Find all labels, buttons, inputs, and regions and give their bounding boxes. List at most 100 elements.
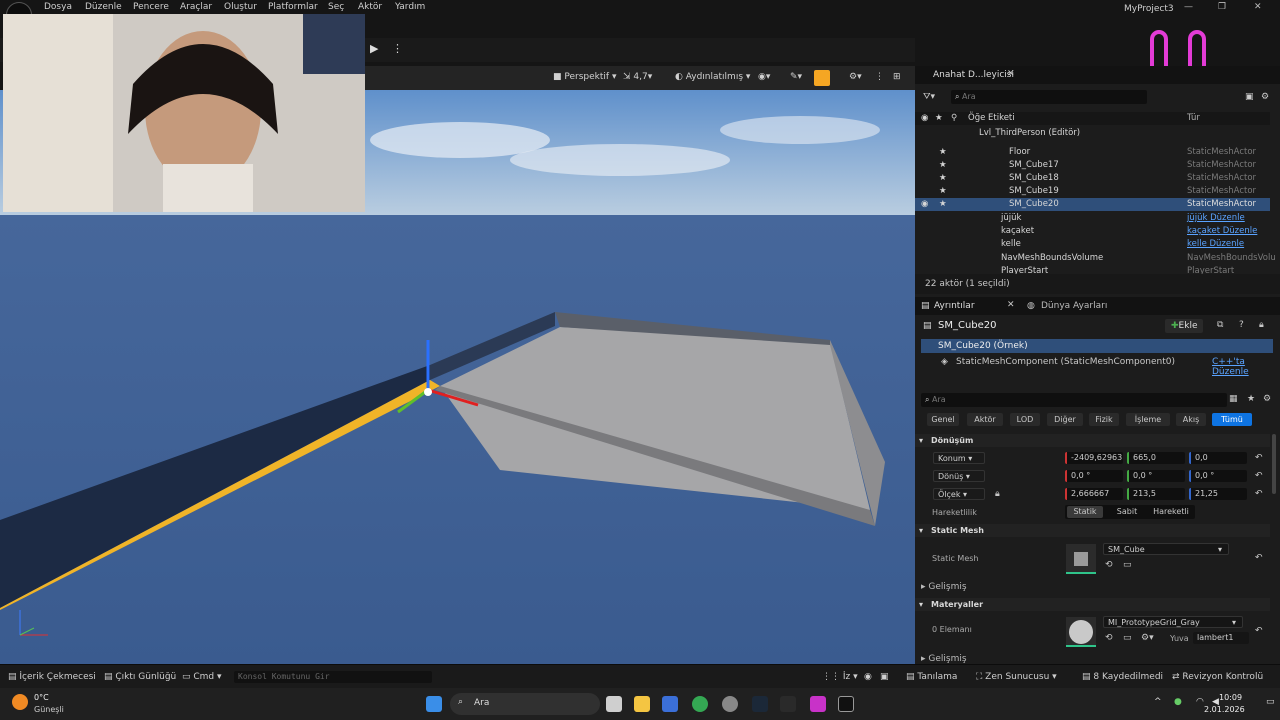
- menu-file[interactable]: Dosya: [44, 2, 72, 12]
- actor-name-field[interactable]: SM_Cube20: [938, 320, 997, 331]
- file-explorer-icon[interactable]: [634, 696, 650, 712]
- blueprint-icon[interactable]: ⧉: [1217, 320, 1223, 330]
- taskbar-search[interactable]: ⌕ Ara: [450, 693, 600, 715]
- scale-y-field[interactable]: 213,5: [1127, 488, 1185, 500]
- revision-control-button[interactable]: ⇄ Revizyon Kontrolü: [1172, 672, 1263, 682]
- menu-help[interactable]: Yardım: [395, 2, 425, 12]
- location-x-field[interactable]: -2409,62963: [1065, 452, 1123, 464]
- perspective-button[interactable]: ■ Perspektif ▾: [553, 72, 616, 82]
- menu-window[interactable]: Pencere: [133, 2, 169, 12]
- lock-icon[interactable]: 🔒︎: [1259, 320, 1264, 330]
- list-item[interactable]: ★ SM_Cube19 StaticMeshActor: [915, 185, 1270, 198]
- filter-rendering[interactable]: İşleme: [1126, 413, 1170, 426]
- reset-arrow-icon[interactable]: ↶: [1255, 626, 1263, 636]
- close-icon[interactable]: ✕: [1007, 300, 1015, 310]
- close-icon[interactable]: ✕: [1007, 69, 1015, 79]
- outliner-search-input[interactable]: ⌕ Ara: [951, 90, 1147, 104]
- show-eye-icon[interactable]: ◉▾: [758, 72, 770, 82]
- scale-x-field[interactable]: 2,666667: [1065, 488, 1123, 500]
- clock-time[interactable]: 10:09: [1219, 693, 1242, 702]
- weather-status[interactable]: Güneşli: [34, 705, 64, 714]
- console-input[interactable]: Konsol Komutunu Gir: [234, 671, 432, 683]
- lock-icon[interactable]: 🔒︎: [995, 489, 1000, 499]
- edit-in-cpp-link[interactable]: C++'ta Düzenle: [1212, 357, 1280, 377]
- rotation-z-field[interactable]: 0,0 °: [1189, 470, 1247, 482]
- reset-arrow-icon[interactable]: ↶: [1255, 489, 1263, 499]
- filter-all[interactable]: Tümü: [1212, 413, 1252, 426]
- transform-section-header[interactable]: ▾ Dönüşüm: [915, 434, 1270, 447]
- tab-world-settings[interactable]: Dünya Ayarları: [1041, 301, 1107, 311]
- list-item[interactable]: kaçaket kaçaket Düzenle: [915, 225, 1270, 238]
- details-search-input[interactable]: ⌕ Ara: [921, 393, 1227, 407]
- snap-toggle-icon[interactable]: [814, 70, 830, 86]
- filter-lod[interactable]: LOD: [1010, 413, 1040, 426]
- location-z-field[interactable]: 0,0: [1189, 452, 1247, 464]
- menu-select[interactable]: Seç: [328, 2, 344, 12]
- list-item[interactable]: ★ SM_Cube17 StaticMeshActor: [915, 159, 1270, 172]
- menu-actor[interactable]: Aktör: [358, 2, 382, 12]
- filter-general[interactable]: Genel: [927, 413, 959, 426]
- filter-physics[interactable]: Fizik: [1089, 413, 1119, 426]
- use-selected-arrow-icon[interactable]: ⟲: [1105, 560, 1113, 570]
- epic-games-icon[interactable]: [780, 696, 796, 712]
- location-y-field[interactable]: 665,0: [1127, 452, 1185, 464]
- mesh-thumbnail[interactable]: [1066, 544, 1096, 574]
- menu-edit[interactable]: Düzenle: [85, 2, 122, 12]
- star-icon[interactable]: ★: [1247, 394, 1255, 404]
- windows-start-icon[interactable]: [426, 696, 442, 712]
- static-mesh-section-header[interactable]: ▾ Static Mesh: [915, 524, 1270, 537]
- slot-field[interactable]: lambert1: [1193, 632, 1249, 644]
- wifi-icon[interactable]: ◠: [1196, 697, 1204, 707]
- mic-icon[interactable]: ●: [1174, 697, 1182, 707]
- column-label-header[interactable]: Öğe Etiketi: [968, 113, 1015, 123]
- table-view-icon[interactable]: ▦: [1229, 394, 1238, 404]
- use-selected-arrow-icon[interactable]: ⟲: [1105, 633, 1113, 643]
- static-mesh-dropdown[interactable]: SM_Cube ▾: [1103, 543, 1229, 555]
- settings-gear-icon[interactable]: ⚙: [1261, 92, 1269, 102]
- component-row[interactable]: StaticMeshComponent (StaticMeshComponent…: [956, 357, 1175, 367]
- content-drawer-button[interactable]: ▤ İçerik Çekmecesi: [8, 672, 96, 682]
- instance-row[interactable]: SM_Cube20 (Örnek): [921, 339, 1273, 353]
- lighting-button[interactable]: ◐ Aydınlatılmış ▾: [675, 72, 750, 82]
- location-mode-dropdown[interactable]: Konum ▾: [933, 452, 985, 464]
- rotation-y-field[interactable]: 0,0 °: [1127, 470, 1185, 482]
- layout-grid-icon[interactable]: ⊞: [893, 72, 901, 82]
- list-item[interactable]: ★ Floor StaticMeshActor: [915, 146, 1270, 159]
- menu-platforms[interactable]: Platformlar: [268, 2, 318, 12]
- temperature[interactable]: 0°C: [34, 693, 49, 702]
- chevron-up-icon[interactable]: ^: [1154, 697, 1162, 707]
- reset-arrow-icon[interactable]: ↶: [1255, 553, 1263, 563]
- scale-mode-dropdown[interactable]: Ölçek ▾: [933, 488, 985, 500]
- twitch-icon[interactable]: [810, 696, 826, 712]
- unreal-engine-icon[interactable]: [838, 696, 854, 712]
- clock-date[interactable]: 2.01.2026: [1204, 705, 1245, 714]
- filter-icon[interactable]: ⛛▾: [923, 92, 935, 102]
- zen-server-button[interactable]: ⛶ Zen Sunucusu ▾: [976, 672, 1057, 682]
- tab-outliner[interactable]: Anahat D...leyicisi: [933, 70, 1014, 80]
- chrome-icon[interactable]: [692, 696, 708, 712]
- advanced-expander[interactable]: ▸ Gelişmiş: [921, 582, 967, 592]
- notification-icon[interactable]: ▭: [1266, 697, 1275, 707]
- rotation-mode-dropdown[interactable]: Dönüş ▾: [933, 470, 985, 482]
- settings-gear-icon[interactable]: ⚙: [1263, 394, 1271, 404]
- app-icon[interactable]: [722, 696, 738, 712]
- filter-streaming[interactable]: Akış: [1176, 413, 1206, 426]
- options-gear-icon[interactable]: ⚙▾: [1141, 633, 1154, 643]
- browse-folder-icon[interactable]: ▭: [1123, 560, 1132, 570]
- list-item[interactable]: PlayerStart PlayerStart: [915, 265, 1270, 274]
- mobility-static[interactable]: Statik: [1067, 506, 1103, 518]
- transform-tool-icon[interactable]: ✎▾: [790, 72, 802, 82]
- edit-blueprint-link[interactable]: kelle Düzenle: [1187, 239, 1244, 249]
- level-row[interactable]: Lvl_ThirdPerson (Editör): [915, 127, 1270, 140]
- reset-arrow-icon[interactable]: ↶: [1255, 471, 1263, 481]
- filter-actor[interactable]: Aktör: [967, 413, 1003, 426]
- unsaved-button[interactable]: ▤ 8 Kaydedilmedi: [1082, 672, 1163, 682]
- more-options-icon[interactable]: ⋮: [392, 42, 403, 55]
- steam-icon[interactable]: [752, 696, 768, 712]
- maximize-icon[interactable]: ❐: [1218, 2, 1226, 12]
- list-item[interactable]: kelle kelle Düzenle: [915, 238, 1270, 251]
- folder-add-icon[interactable]: ▣: [1245, 92, 1254, 102]
- store-icon[interactable]: [662, 696, 678, 712]
- minimize-icon[interactable]: —: [1184, 2, 1193, 12]
- mobility-movable[interactable]: Hareketli: [1149, 506, 1193, 518]
